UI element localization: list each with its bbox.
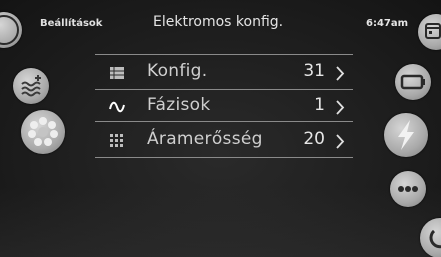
electrical-button[interactable] <box>384 113 428 157</box>
battery-button[interactable] <box>395 64 431 100</box>
list-divider <box>95 54 353 55</box>
calendar-button[interactable] <box>418 14 441 50</box>
battery-icon <box>400 74 425 90</box>
chevron-right-icon <box>336 100 345 115</box>
grid-dots-icon <box>110 134 123 147</box>
light-button[interactable] <box>21 110 65 154</box>
water-heat-button[interactable] <box>13 68 49 104</box>
back-arrow-icon <box>0 15 19 45</box>
list-divider <box>95 157 353 158</box>
settings-row-current[interactable]: Áramerősség 20 <box>105 127 355 157</box>
more-button[interactable] <box>390 171 426 207</box>
screen: Beállítások Elektromos konfig. 6:47am Ko… <box>0 0 441 257</box>
power-button[interactable] <box>420 218 441 257</box>
chevron-right-icon <box>336 134 345 149</box>
settings-row-config[interactable]: Konfig. 31 <box>105 59 355 89</box>
clock-time: 6:47am <box>366 18 409 29</box>
chevron-right-icon <box>336 66 345 81</box>
back-button[interactable] <box>0 12 22 48</box>
grid-table-icon <box>110 67 124 79</box>
page-title: Elektromos konfig. <box>153 14 284 30</box>
back-label[interactable]: Beállítások <box>40 18 102 29</box>
sine-wave-icon <box>109 101 125 113</box>
row-value: 20 <box>303 129 325 149</box>
light-ring-icon <box>28 117 58 146</box>
water-heat-icon <box>21 75 41 97</box>
settings-row-phases[interactable]: Fázisok 1 <box>105 93 355 123</box>
row-label: Áramerősség <box>147 129 263 149</box>
row-value: 1 <box>314 95 325 115</box>
list-divider <box>95 89 353 90</box>
calendar-icon <box>425 23 441 39</box>
row-label: Fázisok <box>147 95 211 115</box>
lightning-icon <box>398 120 414 150</box>
row-label: Konfig. <box>147 61 208 81</box>
background-glow <box>0 187 441 257</box>
row-value: 31 <box>303 61 325 81</box>
power-icon <box>429 229 441 249</box>
more-dots-icon <box>398 186 418 192</box>
